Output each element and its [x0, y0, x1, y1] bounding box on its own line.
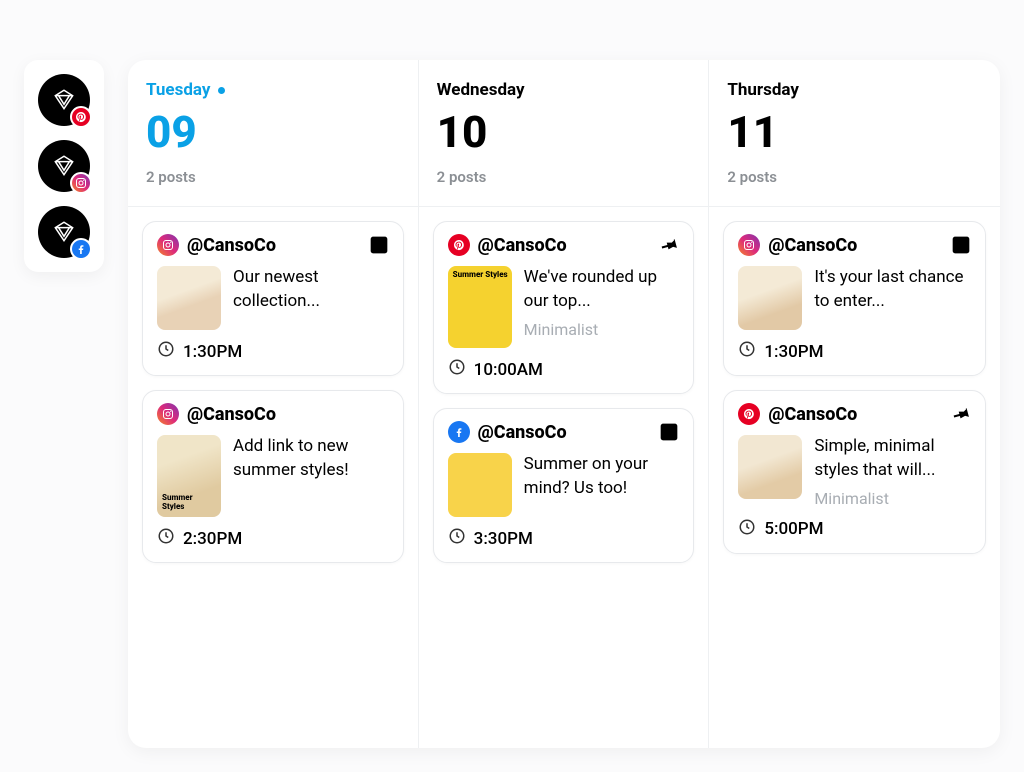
pinterest-icon	[738, 403, 760, 425]
calendar-grid: Tuesday 09 2 posts @CansoCo Our newest c…	[128, 60, 1000, 748]
post-time: 5:00PM	[764, 519, 823, 539]
facebook-icon	[448, 421, 470, 443]
post-caption: We've rounded up our top...	[524, 266, 680, 314]
clock-icon	[738, 518, 756, 541]
day-number: 09	[146, 110, 400, 154]
account-instagram[interactable]	[38, 140, 90, 192]
day-number: 10	[437, 110, 691, 154]
accounts-sidebar	[24, 60, 104, 272]
post-header: @CansoCo	[448, 421, 680, 443]
post-time-row: 5:00PM	[738, 518, 971, 541]
instagram-icon	[70, 172, 92, 194]
post-thumbnail	[448, 453, 512, 517]
post-board: Minimalist	[524, 320, 680, 339]
post-count: 2 posts	[146, 168, 400, 186]
post-card[interactable]: @CansoCo Simple, minimal styles that wil…	[723, 390, 986, 554]
post-count: 2 posts	[437, 168, 691, 186]
post-card[interactable]: @CansoCo It's your last chance to enter.…	[723, 221, 986, 376]
facebook-icon	[70, 238, 92, 260]
account-handle: @CansoCo	[768, 235, 857, 256]
day-header: Thursday 11 2 posts	[723, 80, 986, 186]
post-time: 1:30PM	[183, 342, 242, 362]
clock-icon	[157, 527, 175, 550]
post-body: SummerStyles Add link to new summer styl…	[157, 435, 389, 517]
pinterest-icon	[448, 234, 470, 256]
post-header: @CansoCo	[157, 234, 389, 256]
post-time-row: 1:30PM	[157, 340, 389, 363]
post-body: Summer Styles We've rounded up our top..…	[448, 266, 680, 348]
post-header: @CansoCo	[738, 234, 971, 256]
post-body: It's your last chance to enter...	[738, 266, 971, 330]
day-number: 11	[727, 110, 982, 154]
post-card[interactable]: @CansoCo Summer on your mind? Us too! 3:…	[433, 408, 695, 563]
post-time-row: 3:30PM	[448, 527, 680, 550]
day-column: Thursday 11 2 posts @CansoCo It's your l…	[709, 60, 1000, 748]
account-pinterest[interactable]	[38, 74, 90, 126]
instagram-icon	[738, 234, 760, 256]
post-thumbnail	[738, 435, 802, 499]
post-caption: Simple, minimal styles that will...	[814, 435, 971, 483]
post-card[interactable]: @CansoCo Summer Styles We've rounded up …	[433, 221, 695, 394]
day-header: Tuesday 09 2 posts	[142, 80, 404, 186]
day-name: Tuesday	[146, 80, 400, 100]
day-name: Wednesday	[437, 80, 691, 100]
post-time: 10:00AM	[474, 360, 543, 380]
account-handle: @CansoCo	[768, 404, 857, 425]
post-thumbnail: Summer Styles	[448, 266, 512, 348]
day-header: Wednesday 10 2 posts	[433, 80, 695, 186]
account-handle: @CansoCo	[187, 404, 276, 425]
post-header: @CansoCo	[448, 234, 680, 256]
pushpin-icon[interactable]	[951, 404, 971, 424]
post-card[interactable]: @CansoCo Our newest collection... 1:30PM	[142, 221, 404, 376]
pushpin-icon[interactable]	[659, 235, 679, 255]
clock-icon	[738, 340, 756, 363]
instagram-icon	[157, 403, 179, 425]
post-header: @CansoCo	[157, 403, 389, 425]
account-handle: @CansoCo	[478, 422, 567, 443]
post-time: 2:30PM	[183, 529, 242, 549]
account-handle: @CansoCo	[478, 235, 567, 256]
clock-icon	[157, 340, 175, 363]
post-body: Summer on your mind? Us too!	[448, 453, 680, 517]
instagram-icon	[157, 234, 179, 256]
post-board: Minimalist	[814, 489, 971, 508]
post-body: Simple, minimal styles that will... Mini…	[738, 435, 971, 508]
post-time: 3:30PM	[474, 529, 533, 549]
post-count: 2 posts	[727, 168, 982, 186]
post-caption: Summer on your mind? Us too!	[524, 453, 680, 501]
post-thumbnail	[157, 266, 221, 330]
grid-view-icon[interactable]	[659, 422, 679, 442]
post-time-row: 2:30PM	[157, 527, 389, 550]
clock-icon	[448, 358, 466, 381]
grid-view-icon[interactable]	[369, 235, 389, 255]
active-day-dot	[218, 87, 225, 94]
pinterest-icon	[70, 106, 92, 128]
post-time: 1:30PM	[764, 342, 823, 362]
post-caption: Our newest collection...	[233, 266, 389, 314]
grid-view-icon[interactable]	[951, 235, 971, 255]
clock-icon	[448, 527, 466, 550]
day-name: Thursday	[727, 80, 982, 100]
day-column: Tuesday 09 2 posts @CansoCo Our newest c…	[128, 60, 419, 748]
post-time-row: 10:00AM	[448, 358, 680, 381]
post-thumbnail	[738, 266, 802, 330]
account-facebook[interactable]	[38, 206, 90, 258]
account-handle: @CansoCo	[187, 235, 276, 256]
post-caption: It's your last chance to enter...	[814, 266, 971, 314]
post-body: Our newest collection...	[157, 266, 389, 330]
post-thumbnail: SummerStyles	[157, 435, 221, 517]
post-caption: Add link to new summer styles!	[233, 435, 389, 483]
post-time-row: 1:30PM	[738, 340, 971, 363]
post-header: @CansoCo	[738, 403, 971, 425]
day-column: Wednesday 10 2 posts @CansoCo Summer Sty…	[419, 60, 710, 748]
post-card[interactable]: @CansoCo SummerStyles Add link to new su…	[142, 390, 404, 563]
